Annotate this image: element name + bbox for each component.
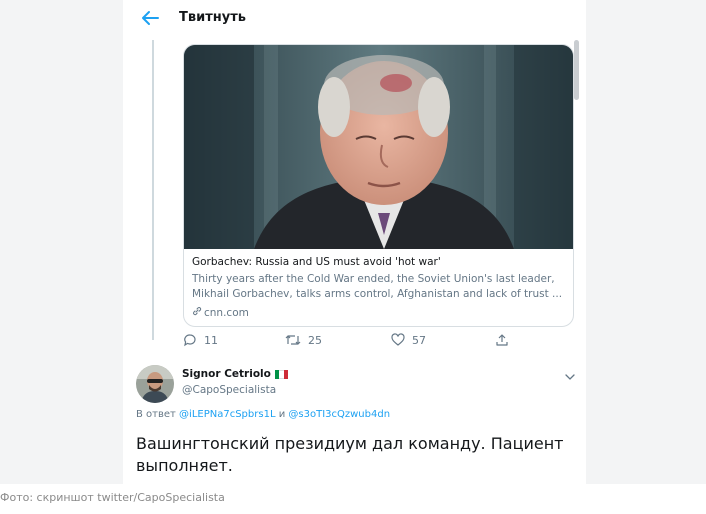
reply-and: и xyxy=(278,409,286,420)
card-description-line: Mikhail Gorbachev, talks arms control, A… xyxy=(192,288,563,300)
author-name-row: Signor Cetriolo xyxy=(182,368,288,380)
tweet-text-line: выполняет. xyxy=(136,456,233,475)
card-description: Thirty years after the Cold War ended, t… xyxy=(192,272,567,302)
tweet-text-line: Вашингтонский президиум дал команду. Пац… xyxy=(136,434,564,453)
header: Твитнуть xyxy=(123,0,586,40)
card-title: Gorbachev: Russia and US must avoid 'hot… xyxy=(192,256,441,268)
link-icon xyxy=(192,306,202,319)
link-preview-card[interactable]: Gorbachev: Russia and US must avoid 'hot… xyxy=(183,44,574,327)
reply-prefix: В ответ xyxy=(136,409,176,420)
reply-button[interactable]: 11 xyxy=(183,333,218,347)
retweet-button[interactable]: 25 xyxy=(285,333,322,347)
author-name: Signor Cetriolo xyxy=(182,368,271,380)
thread-line xyxy=(152,40,154,340)
arrow-left-icon[interactable] xyxy=(140,9,160,27)
screenshot-frame: Твитнуть Gorbachev: Russia and US must a… xyxy=(0,0,706,484)
like-count: 57 xyxy=(412,333,426,347)
chevron-down-icon[interactable] xyxy=(564,368,576,387)
reply-user-link[interactable]: @s3oTI3cQzwub4dn xyxy=(288,409,390,420)
card-domain-text: cnn.com xyxy=(204,306,249,319)
flag-italy-icon xyxy=(274,369,288,379)
reply-user-link[interactable]: @iLEPNa7cSpbrs1L xyxy=(179,409,275,420)
reply-count: 11 xyxy=(204,333,218,347)
retweet-icon xyxy=(285,333,301,347)
like-button[interactable]: 57 xyxy=(391,333,426,347)
reply-icon xyxy=(183,333,197,347)
card-description-line: Thirty years after the Cold War ended, t… xyxy=(192,273,555,285)
tweet-panel: Твитнуть Gorbachev: Russia and US must a… xyxy=(123,0,586,484)
retweet-count: 25 xyxy=(308,333,322,347)
heart-icon xyxy=(391,333,405,347)
photo-caption: Фото: скриншот twitter/CapoSpecialista xyxy=(0,491,225,504)
page-title: Твитнуть xyxy=(179,10,246,25)
author-handle: @CapoSpecialista xyxy=(182,384,277,396)
avatar[interactable] xyxy=(136,365,174,403)
card-image xyxy=(184,45,573,249)
reply-context: В ответ @iLEPNa7cSpbrs1L и @s3oTI3cQzwub… xyxy=(136,409,390,420)
card-domain: cnn.com xyxy=(192,306,249,319)
tweet-actions: 11 25 57 xyxy=(183,333,574,351)
share-icon xyxy=(495,333,509,347)
scrollbar[interactable] xyxy=(574,40,579,100)
share-button[interactable] xyxy=(495,333,509,347)
tweet-text: Вашингтонский президиум дал команду. Пац… xyxy=(136,433,576,477)
